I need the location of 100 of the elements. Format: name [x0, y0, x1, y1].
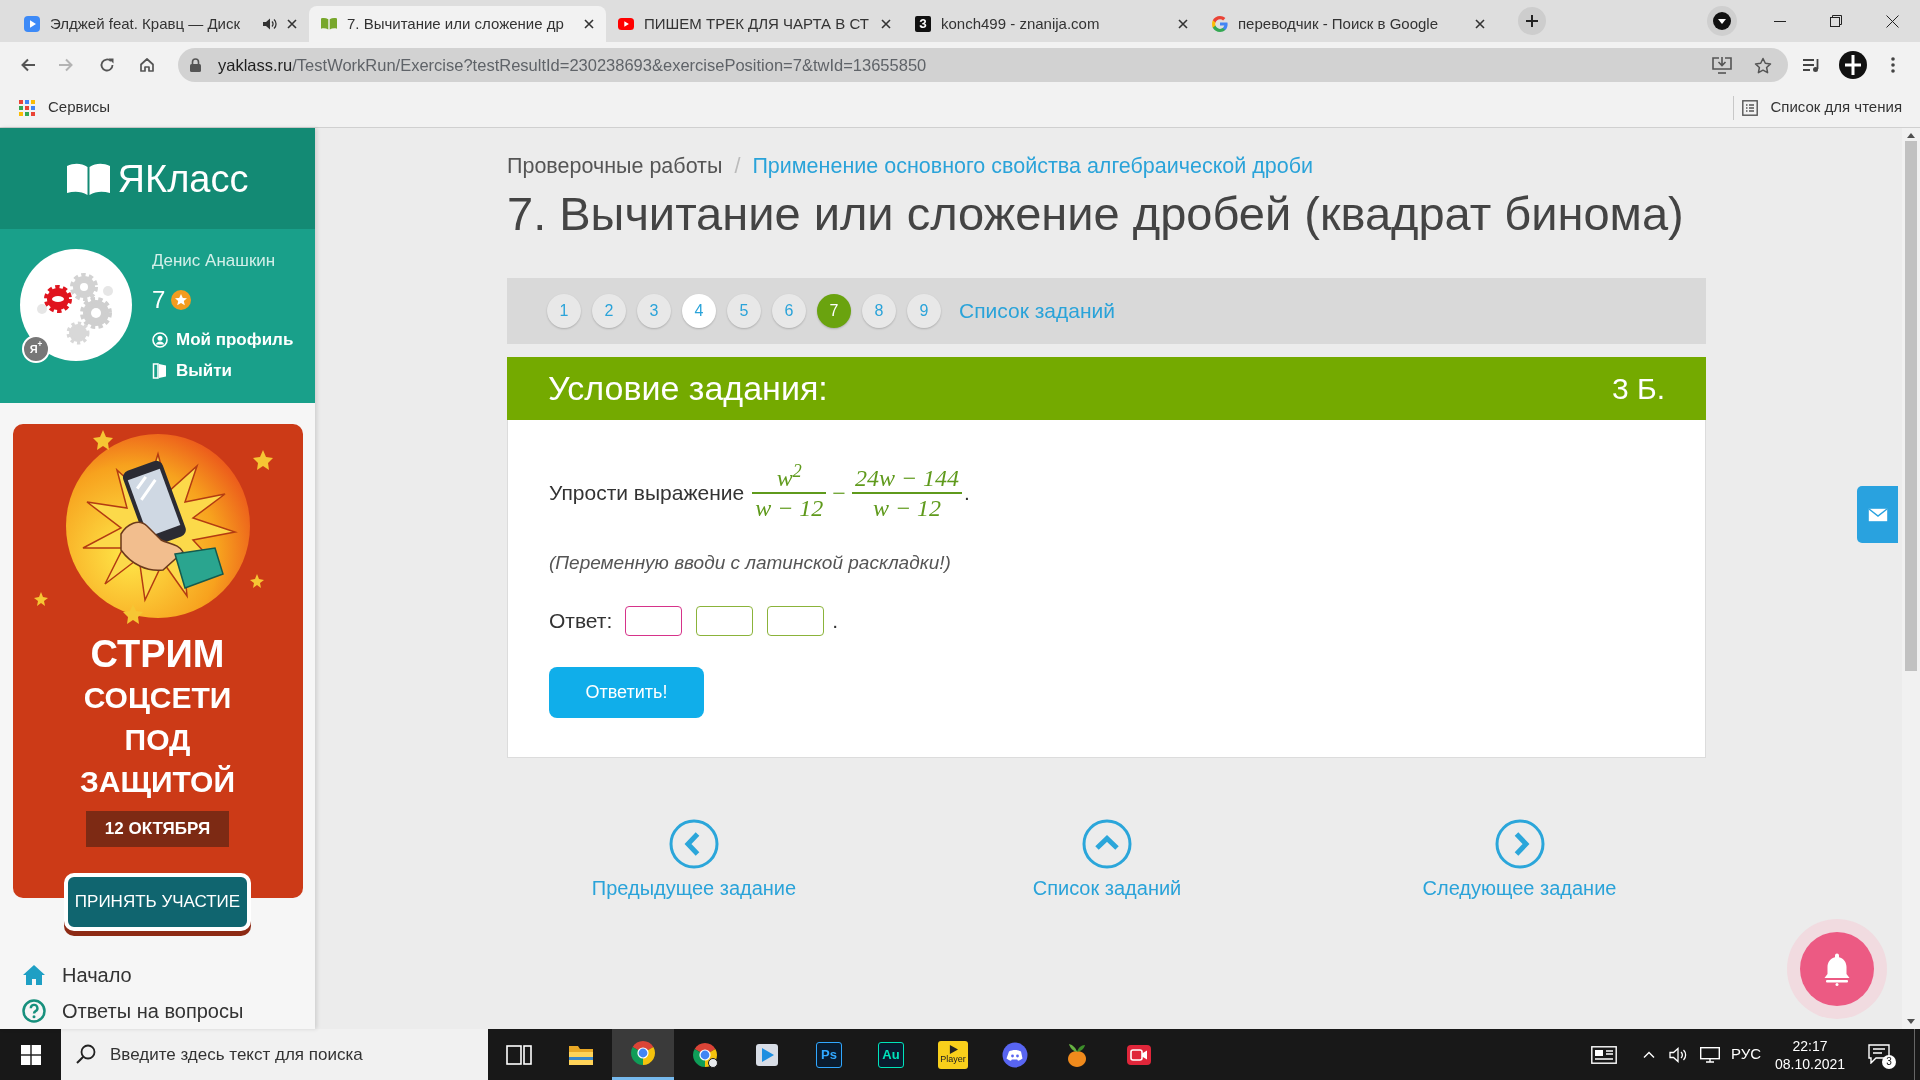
sidebar-nav-link[interactable]: Ответы на вопросы — [22, 993, 244, 1029]
taskbar-app-button[interactable]: Au — [860, 1029, 922, 1080]
user-name: Денис Анашкин — [152, 250, 276, 272]
lock-icon[interactable] — [190, 58, 201, 72]
bookmark-link[interactable]: Сервисы — [19, 96, 111, 119]
feedback-tab[interactable] — [1857, 486, 1898, 543]
sidebar-nav-link[interactable]: Начало — [22, 957, 132, 993]
gears-avatar-icon — [20, 249, 132, 361]
controller-icon — [1002, 1041, 1028, 1068]
play-icon — [754, 1041, 780, 1068]
answer-label: Ответ: — [549, 608, 613, 635]
close-icon[interactable] — [287, 19, 297, 29]
math-operator: − — [832, 479, 846, 508]
close-icon[interactable] — [584, 19, 594, 29]
page-title: 7. Вычитание или сложение дробей (квадрат бинома) — [507, 186, 1684, 242]
video-play-icon — [618, 16, 634, 32]
segmented-circle-icon — [692, 1041, 718, 1068]
apps-grid-icon — [19, 99, 35, 116]
close-icon[interactable] — [881, 19, 891, 29]
task-hint: (Переменную вводи с латинской раскладки!) — [549, 551, 951, 575]
clock-time[interactable]: 22:17 — [1792, 1036, 1828, 1055]
play-triangle-icon — [948, 1045, 958, 1054]
language-indicator[interactable]: РУС — [1730, 1043, 1761, 1066]
task-prompt: Упрости выражение — [549, 480, 745, 507]
breadcrumb-item: Проверочные работы — [507, 154, 723, 178]
ad-date: 12 ОКТЯБРЯ — [86, 811, 229, 847]
app-logo-text: Player — [940, 1054, 966, 1064]
taskbar-app-button[interactable]: Ps — [798, 1029, 860, 1080]
notification-icon[interactable] — [1868, 1043, 1890, 1064]
ad-headline-line: СТРИМ — [90, 634, 225, 674]
browser-tab[interactable]: 7. Вычитание или сложение др — [309, 6, 606, 42]
search-icon — [76, 1044, 96, 1064]
book-icon — [66, 162, 110, 195]
search-field[interactable]: Введите здесь текст для поиска — [61, 1029, 488, 1080]
fraction-denominator: w − 12 — [871, 494, 943, 522]
book-icon — [321, 16, 337, 32]
task-points: 3 Б. — [1611, 371, 1665, 407]
close-icon[interactable] — [1178, 19, 1188, 29]
taskbar-app-button[interactable] — [612, 1029, 674, 1080]
speaker-icon[interactable] — [263, 18, 277, 30]
caret-up-icon[interactable] — [1642, 1051, 1655, 1058]
back-icon[interactable] — [19, 57, 35, 73]
help-icon — [22, 999, 46, 1023]
fraction-denominator: w − 12 — [754, 494, 825, 522]
answer-period: . — [832, 608, 839, 635]
clock-date[interactable]: 08.10.2021 — [1774, 1054, 1846, 1073]
fraction-numerator: w$^{2}$ — [775, 464, 803, 492]
chevron-right-icon — [1494, 819, 1545, 869]
scrollbar-thumb[interactable] — [1905, 141, 1917, 671]
level-badge: Я$^{+}$ — [22, 335, 50, 363]
minimize-icon[interactable] — [1774, 20, 1786, 22]
app-logo-tile: Ps — [816, 1041, 842, 1068]
speaker-icon[interactable] — [1668, 1046, 1687, 1063]
close-icon[interactable] — [1475, 19, 1485, 29]
bell-icon — [1822, 952, 1852, 986]
answer-field[interactable] — [625, 606, 683, 636]
chevron-up-icon — [1082, 819, 1132, 869]
scroll-down-icon[interactable] — [1907, 1019, 1915, 1024]
fraction-numerator: 24w − 144 — [853, 464, 961, 492]
ad-headline-line: СОЦСЕТИ — [83, 680, 232, 716]
ad-headline-line: ЗАЩИТОЙ — [79, 764, 236, 800]
news-icon[interactable] — [1590, 1045, 1617, 1064]
door-icon — [152, 363, 168, 379]
segmented-circle-icon — [630, 1040, 656, 1066]
star-icon[interactable] — [1754, 56, 1772, 74]
address-bar[interactable]: yaklass.ru/TestWorkRun/Exercise?testResultId=230238693&exercisePosition=7&twId=13655850 — [178, 48, 1788, 82]
list-icon — [1742, 99, 1759, 116]
close-icon[interactable] — [1885, 14, 1899, 28]
reload-icon[interactable] — [99, 57, 115, 73]
answer-field[interactable] — [696, 606, 754, 636]
answer-field[interactable] — [767, 606, 825, 636]
ad-headline-line: ПОД — [124, 722, 191, 758]
letter-logo-icon: З — [915, 16, 931, 32]
mail-icon — [1867, 507, 1888, 522]
install-icon[interactable] — [1712, 56, 1732, 74]
start-icon[interactable] — [20, 1044, 41, 1065]
chevron-left-icon — [669, 819, 719, 869]
math-period: . — [964, 480, 970, 507]
task-header-title: Условие задания: — [548, 368, 828, 409]
profile-avatar-icon[interactable] — [1839, 51, 1867, 79]
star-badge-icon — [171, 290, 192, 310]
network-icon[interactable] — [1699, 1046, 1720, 1063]
home-icon[interactable] — [139, 57, 155, 73]
logo-text[interactable]: ЯКласс — [117, 156, 249, 201]
breadcrumb-separator: / — [734, 154, 741, 178]
reading-list-button[interactable]: Список для чтения — [1742, 96, 1902, 119]
notification-count: 3 — [1882, 1054, 1896, 1069]
home-icon — [22, 963, 46, 987]
scroll-up-icon[interactable] — [1907, 133, 1915, 138]
taskbar-app-button[interactable]: Player — [922, 1029, 984, 1080]
menu-icon[interactable] — [1891, 57, 1895, 73]
app-logo-tile: Au — [878, 1041, 904, 1068]
dropdown-icon[interactable] — [1707, 6, 1737, 36]
score-value: 7 — [152, 286, 166, 314]
new-tab-icon[interactable] — [1518, 7, 1546, 35]
restore-icon[interactable] — [1830, 15, 1842, 27]
playlist-icon[interactable] — [1802, 57, 1820, 73]
play-icon — [24, 16, 40, 32]
user-circle-icon — [152, 332, 168, 348]
ring-logo-icon — [1212, 16, 1228, 32]
